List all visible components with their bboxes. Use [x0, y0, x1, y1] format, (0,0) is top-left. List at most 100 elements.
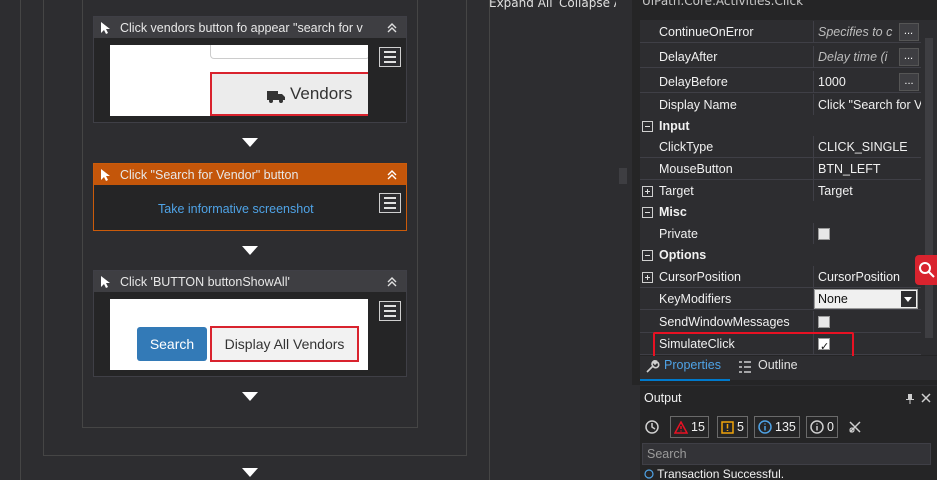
tab-properties[interactable]: Properties	[664, 358, 721, 372]
output-search-input[interactable]: Search	[642, 443, 931, 465]
property-value[interactable]: BTN_LEFT	[813, 158, 921, 179]
property-name: KeyModifiers	[659, 292, 732, 306]
info-icon	[644, 469, 654, 479]
close-icon[interactable]	[921, 393, 931, 403]
property-value[interactable]: CursorPosition	[813, 266, 921, 287]
property-row-delaybefore[interactable]: DelayBefore 1000...	[640, 71, 921, 93]
property-row-clicktype[interactable]: ClickType CLICK_SINGLE	[640, 136, 921, 158]
activity-click-search-for-vendor[interactable]: Click "Search for Vendor" button Take in…	[93, 163, 407, 231]
error-icon	[674, 420, 688, 434]
category-label: Input	[659, 119, 690, 133]
activity-menu-button[interactable]	[379, 301, 401, 321]
activity-header[interactable]: Click 'BUTTON buttonShowAll'	[94, 271, 406, 292]
ellipsis-button[interactable]: ...	[899, 73, 919, 91]
warnings-filter[interactable]: 5	[717, 416, 748, 438]
property-grid-scrollbar[interactable]	[921, 20, 937, 355]
collapse-icon[interactable]	[384, 167, 400, 183]
activity-click-vendors[interactable]: Click vendors button fo appear "search f…	[93, 16, 407, 123]
screenshot-search-button: Search	[137, 327, 207, 361]
output-log-line: Transaction Successful.	[644, 467, 784, 480]
activity-title: Click vendors button fo appear "search f…	[120, 20, 363, 35]
property-grid-scrollbar-thumb[interactable]	[925, 38, 933, 338]
tab-outline[interactable]: Outline	[758, 358, 798, 372]
property-value[interactable]: Specifies to c...	[813, 21, 921, 42]
info-filter[interactable]: 135	[754, 416, 800, 438]
collapse-toggle-icon[interactable]	[642, 120, 653, 132]
activity-menu-button[interactable]	[379, 193, 401, 213]
activity-click-button-show-all[interactable]: Click 'BUTTON buttonShowAll' Search Disp…	[93, 270, 407, 377]
property-value[interactable]	[813, 311, 921, 332]
collapse-icon[interactable]	[384, 20, 400, 36]
workflow-designer[interactable]: Expand All Collapse All Click vendors bu…	[0, 0, 632, 480]
property-grid: ContinueOnError Specifies to c... DelayA…	[640, 20, 921, 355]
sendwindowmessages-checkbox[interactable]	[818, 316, 830, 328]
activity-header[interactable]: Click "Search for Vendor" button	[94, 164, 406, 185]
vendors-button-text: Vendors	[290, 84, 353, 103]
ellipsis-button[interactable]: ...	[899, 23, 919, 41]
screenshot-input-box	[210, 45, 368, 59]
property-row-keymodifiers[interactable]: KeyModifiers None	[640, 288, 921, 310]
property-value[interactable]: 1000...	[813, 71, 921, 92]
collapse-icon[interactable]	[384, 274, 400, 290]
inner-sequence-border-left	[82, 0, 83, 428]
errors-filter[interactable]: 15	[670, 416, 709, 438]
designer-scrollbar-thumb[interactable]	[619, 168, 627, 184]
property-value[interactable]: Target	[813, 180, 921, 201]
property-name: CursorPosition	[659, 270, 741, 284]
clock-icon[interactable]	[644, 419, 660, 435]
property-row-target[interactable]: Target Target	[640, 180, 921, 202]
display-all-vendors-highlight: Display All Vendors	[210, 326, 359, 362]
output-log-text: Transaction Successful.	[657, 467, 785, 480]
activity-header[interactable]: Click vendors button fo appear "search f…	[94, 17, 406, 38]
ellipsis-button[interactable]: ...	[899, 48, 919, 66]
property-row-displayname[interactable]: Display Name Click "Search for V	[640, 94, 921, 116]
inner-sequence-border-bottom	[82, 427, 418, 428]
expand-all-link[interactable]: Expand All	[489, 0, 553, 10]
activity-menu-button[interactable]	[379, 47, 401, 67]
search-badge[interactable]	[915, 255, 937, 285]
panel-tabs: Properties Outline	[640, 356, 937, 380]
chevron-down-icon[interactable]	[901, 291, 916, 307]
property-row-sendwindowmessages[interactable]: SendWindowMessages	[640, 311, 921, 333]
output-title: Output	[644, 391, 682, 405]
property-row-cursorposition[interactable]: CursorPosition CursorPosition	[640, 266, 921, 288]
expand-toggle-icon[interactable]	[642, 186, 653, 197]
property-name: ClickType	[659, 140, 714, 154]
cursor-icon	[101, 21, 110, 34]
property-value[interactable]	[813, 223, 921, 244]
property-value[interactable]: None	[813, 288, 921, 309]
category-options[interactable]: Options	[640, 244, 921, 266]
category-input[interactable]: Input	[640, 115, 921, 137]
sequence-border-right	[466, 0, 467, 455]
activity-screenshot: Search Display All Vendors	[110, 299, 368, 370]
sequence-border-left	[43, 0, 44, 455]
errors-count: 15	[691, 420, 705, 434]
private-checkbox[interactable]	[818, 228, 830, 240]
property-value[interactable]: CLICK_SINGLE	[813, 136, 921, 157]
designer-scrollbar[interactable]	[616, 0, 630, 480]
pin-icon[interactable]	[905, 393, 915, 405]
property-row-mousebutton[interactable]: MouseButton BTN_LEFT	[640, 158, 921, 180]
category-misc[interactable]: Misc	[640, 201, 921, 223]
simulateclick-highlight-box	[653, 332, 854, 358]
take-screenshot-link[interactable]: Take informative screenshot	[158, 202, 314, 216]
trace-filter[interactable]: 0	[806, 416, 838, 438]
property-row-continueonerror[interactable]: ContinueOnError Specifies to c...	[640, 21, 921, 43]
clear-output-icon[interactable]	[848, 420, 862, 434]
property-value[interactable]: Click "Search for V	[813, 94, 921, 115]
property-value[interactable]: Delay time (i...	[813, 46, 921, 67]
flow-arrow	[242, 468, 258, 477]
info-count: 135	[775, 420, 796, 434]
property-row-delayafter[interactable]: DelayAfter Delay time (i...	[640, 46, 921, 68]
property-name: DelayAfter	[659, 50, 718, 64]
truck-icon	[267, 91, 285, 103]
keymodifiers-dropdown[interactable]: None	[814, 289, 918, 309]
property-row-private[interactable]: Private	[640, 223, 921, 245]
collapse-toggle-icon[interactable]	[642, 249, 653, 261]
expand-toggle-icon[interactable]	[642, 272, 653, 283]
container-border-right	[489, 0, 490, 480]
trace-icon	[810, 420, 824, 434]
flow-arrow	[242, 138, 258, 147]
activity-title: Click 'BUTTON buttonShowAll'	[120, 274, 290, 289]
collapse-toggle-icon[interactable]	[642, 206, 653, 218]
